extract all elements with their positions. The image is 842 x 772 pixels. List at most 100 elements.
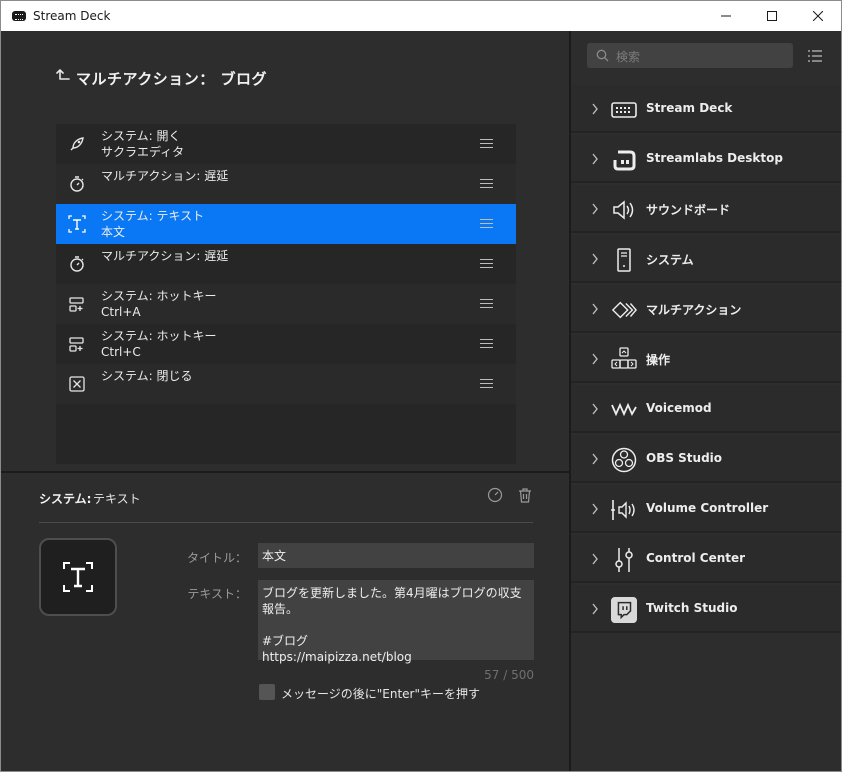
category-control-center[interactable]: Control Center	[571, 535, 841, 583]
inspector-separator	[39, 522, 533, 523]
system-tower-icon	[611, 247, 637, 273]
enter-key-checkbox[interactable]	[259, 684, 275, 700]
category-label: Control Center	[646, 551, 746, 565]
navigation-keys-icon	[611, 347, 637, 373]
category-navigation[interactable]: 操作	[571, 335, 841, 383]
category-label: Stream Deck	[646, 101, 733, 115]
stream-deck-icon	[611, 97, 637, 123]
chevron-right-icon	[592, 553, 598, 565]
category-label: Volume Controller	[646, 501, 769, 515]
action-label: システム: 閉じる	[101, 369, 193, 383]
action-label: システム: テキスト	[101, 209, 205, 223]
rocket-icon	[70, 137, 84, 151]
inspector-action-name: テキスト	[93, 492, 141, 506]
category-label: Streamlabs Desktop	[646, 151, 783, 165]
chevron-right-icon	[592, 103, 598, 115]
drag-handle-icon[interactable]	[480, 259, 493, 268]
back-arrow-icon[interactable]	[56, 68, 72, 86]
stopwatch-icon	[70, 256, 84, 272]
multi-action-icon	[611, 297, 637, 323]
chevron-right-icon	[592, 503, 598, 515]
action-sublabel: 本文	[101, 225, 126, 239]
chevron-right-icon	[592, 303, 598, 315]
hotkey-icon	[69, 337, 84, 352]
category-twitch-studio[interactable]: Twitch Studio	[571, 585, 841, 633]
text-icon	[63, 562, 93, 592]
chevron-right-icon	[592, 153, 598, 165]
close-window-button[interactable]	[795, 1, 841, 31]
category-label: Voicemod	[646, 401, 712, 415]
timer-gauge-icon[interactable]	[487, 487, 503, 503]
maximize-button[interactable]	[749, 1, 795, 31]
action-row-hotkey[interactable]: システム: ホットキー Ctrl+A	[56, 284, 516, 324]
text-input[interactable]: ブログを更新しました。第4月曜はブログの収支報告。 #ブログ https://m…	[258, 580, 534, 664]
chevron-right-icon	[592, 353, 598, 365]
twitch-icon	[611, 597, 637, 623]
inspector-category: システム:	[39, 492, 92, 506]
action-row-text[interactable]: システム: テキスト 本文	[56, 204, 516, 244]
chevron-right-icon	[592, 253, 598, 265]
hotkey-icon	[69, 297, 84, 312]
drag-handle-icon[interactable]	[480, 219, 493, 228]
chevron-right-icon	[592, 603, 598, 615]
action-label: システム: ホットキー	[101, 329, 217, 343]
category-obs-studio[interactable]: OBS Studio	[571, 435, 841, 483]
trash-icon[interactable]	[517, 487, 533, 503]
category-soundboard[interactable]: サウンドボード	[571, 185, 841, 233]
maximize-icon	[767, 11, 777, 21]
actions-sidebar: 検索 Stream Deck Streamlabs Desktop サウンドボー…	[571, 31, 841, 771]
category-label: システム	[646, 253, 694, 267]
voicemod-icon	[611, 397, 637, 423]
action-label: マルチアクション: 遅延	[101, 169, 229, 183]
minimize-icon	[721, 15, 731, 17]
chevron-right-icon	[592, 453, 598, 465]
category-voicemod[interactable]: Voicemod	[571, 385, 841, 433]
action-label: システム: ホットキー	[101, 289, 217, 303]
drag-handle-icon[interactable]	[480, 139, 493, 148]
window-controls	[703, 1, 841, 31]
chevron-right-icon	[592, 203, 598, 215]
key-preview[interactable]	[39, 538, 117, 616]
enter-key-checkbox-label[interactable]: メッセージの後に"Enter"キーを押す	[281, 685, 480, 702]
title-input[interactable]	[258, 543, 534, 568]
window-title: Stream Deck	[33, 9, 111, 23]
property-inspector: システム: テキスト タイトル： テキスト： ブログを更新しました。第4月曜はブ…	[1, 473, 569, 771]
stream-deck-app-icon	[12, 11, 26, 21]
action-row-delay[interactable]: マルチアクション: 遅延	[56, 164, 516, 204]
action-list: システム: 開く サクラエディタ マルチアクション: 遅延 システム: テキスト…	[56, 124, 516, 464]
drag-handle-icon[interactable]	[480, 299, 493, 308]
window-titlebar: Stream Deck	[0, 0, 842, 31]
category-system[interactable]: システム	[571, 235, 841, 283]
inspector-tools	[487, 487, 533, 503]
text-icon	[68, 215, 86, 233]
action-row-close[interactable]: システム: 閉じる	[56, 364, 516, 404]
chevron-right-icon	[592, 403, 598, 415]
list-view-icon[interactable]	[807, 49, 823, 63]
speaker-icon	[611, 197, 637, 223]
search-icon	[596, 49, 609, 62]
action-row-hotkey[interactable]: システム: ホットキー Ctrl+C	[56, 324, 516, 364]
category-stream-deck[interactable]: Stream Deck	[571, 85, 841, 133]
drag-handle-icon[interactable]	[480, 379, 493, 388]
action-row-open[interactable]: システム: 開く サクラエディタ	[56, 124, 516, 164]
category-label: 操作	[646, 353, 671, 367]
char-count: 57 / 500	[484, 668, 534, 682]
obs-icon	[611, 447, 637, 473]
close-icon	[813, 11, 823, 21]
action-sublabel: Ctrl+A	[101, 305, 141, 319]
category-multi-action[interactable]: マルチアクション	[571, 285, 841, 333]
category-streamlabs[interactable]: Streamlabs Desktop	[571, 135, 841, 183]
title-field-label: タイトル：	[186, 551, 247, 565]
drag-handle-icon[interactable]	[480, 339, 493, 348]
category-volume-controller[interactable]: Volume Controller	[571, 485, 841, 533]
action-sublabel: Ctrl+C	[101, 345, 141, 359]
action-row-delay[interactable]: マルチアクション: 遅延	[56, 244, 516, 284]
minimize-button[interactable]	[703, 1, 749, 31]
category-label: OBS Studio	[646, 451, 723, 465]
action-label: マルチアクション: 遅延	[101, 249, 229, 263]
action-sublabel: サクラエディタ	[101, 145, 185, 159]
text-field-label: テキスト：	[187, 587, 247, 601]
drag-handle-icon[interactable]	[480, 179, 493, 188]
stopwatch-icon	[70, 176, 84, 192]
search-field[interactable]: 検索	[587, 43, 793, 68]
